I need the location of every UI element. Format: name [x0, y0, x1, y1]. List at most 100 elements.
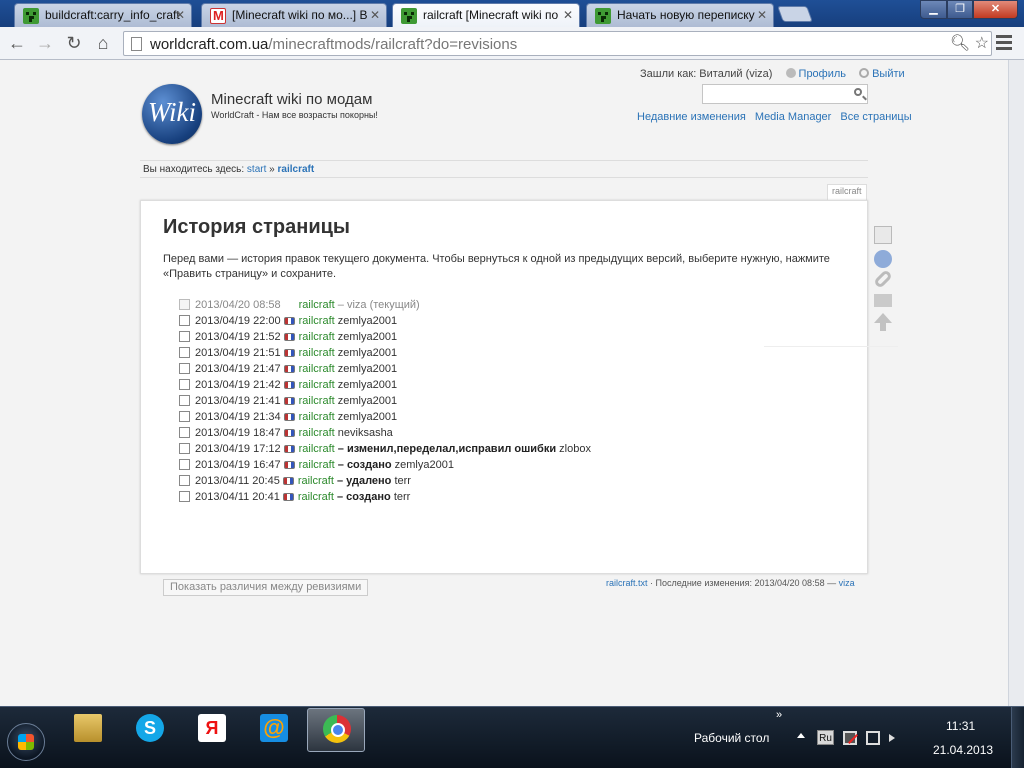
taskbar-explorer[interactable]	[59, 708, 117, 752]
diff-icon[interactable]	[282, 493, 294, 501]
menu-icon[interactable]	[996, 35, 1012, 51]
diff-icon[interactable]	[283, 349, 295, 357]
search-icon[interactable]	[854, 88, 862, 96]
doc-user-link[interactable]: viza	[839, 578, 855, 588]
revision-link[interactable]: railcraft	[299, 299, 335, 311]
maximize-button[interactable]: ❐	[947, 0, 973, 19]
back-to-top-icon[interactable]	[874, 313, 892, 323]
revision-link[interactable]: railcraft	[299, 443, 335, 455]
revision-date: 2013/04/19 17:12	[195, 443, 281, 455]
revision-link[interactable]: railcraft	[299, 363, 335, 375]
diff-icon[interactable]	[283, 461, 295, 469]
url-text[interactable]: worldcraft.com.ua/minecraftmods/railcraf…	[150, 36, 517, 53]
forward-icon[interactable]: →	[34, 32, 56, 54]
revision-checkbox[interactable]	[179, 411, 190, 422]
revision-checkbox[interactable]	[179, 331, 190, 342]
site-title[interactable]: Minecraft wiki по модам	[211, 91, 372, 108]
revision-link[interactable]: railcraft	[299, 395, 335, 407]
close-icon[interactable]: ✕	[175, 8, 185, 22]
revision-link[interactable]: railcraft	[299, 347, 335, 359]
desktop-toolbar-label[interactable]: Рабочий стол	[694, 731, 769, 745]
revision-link[interactable]: railcraft	[298, 475, 334, 487]
new-tab-button[interactable]	[777, 6, 813, 22]
all-pages-link[interactable]: Все страницы	[840, 111, 911, 123]
revision-checkbox[interactable]	[179, 315, 190, 326]
breadcrumb-start[interactable]: start	[247, 164, 266, 175]
action-center-icon[interactable]	[843, 731, 857, 745]
recent-changes-link[interactable]: Недавние изменения	[637, 111, 746, 123]
doc-file-link[interactable]: railcraft.txt	[606, 578, 648, 588]
tab-gmail[interactable]: [Minecraft wiki по мо...] В ✕	[201, 3, 387, 27]
revision-link[interactable]: railcraft	[299, 379, 335, 391]
diff-icon[interactable]	[283, 365, 295, 373]
taskbar-skype[interactable]: S	[121, 708, 179, 752]
revision-checkbox[interactable]	[179, 443, 190, 454]
star-icon[interactable]: ☆	[975, 35, 989, 52]
show-desktop-button[interactable]	[1011, 707, 1024, 768]
scrollbar[interactable]	[1008, 60, 1024, 706]
clock-time[interactable]: 11:31	[946, 719, 975, 733]
breadcrumb-current[interactable]: railcraft	[278, 164, 315, 175]
reload-icon[interactable]: ↻	[63, 32, 85, 54]
home-icon[interactable]: ⌂	[92, 32, 114, 54]
revision-link[interactable]: railcraft	[299, 427, 335, 439]
edit-page-icon[interactable]	[874, 226, 892, 244]
language-indicator[interactable]: Ru	[817, 730, 834, 745]
minimize-button[interactable]: ▁	[920, 0, 947, 19]
revision-link[interactable]: railcraft	[299, 315, 335, 327]
revision-checkbox[interactable]	[179, 491, 190, 502]
diff-icon[interactable]	[282, 477, 294, 485]
show-hidden-icons-icon[interactable]	[797, 733, 805, 738]
diff-icon[interactable]	[283, 413, 295, 421]
revisions-icon[interactable]	[874, 250, 892, 268]
diff-icon[interactable]	[283, 317, 295, 325]
revision-checkbox[interactable]	[179, 347, 190, 358]
clock-date[interactable]: 21.04.2013	[933, 743, 993, 757]
revision-checkbox[interactable]	[179, 395, 190, 406]
revision-row: 2013/04/19 22:00 railcraft zemlya2001	[179, 313, 591, 329]
close-icon[interactable]: ✕	[370, 8, 380, 22]
revision-checkbox[interactable]	[179, 379, 190, 390]
zoom-icon[interactable]: 🔍︎	[950, 35, 970, 52]
revision-link[interactable]: railcraft	[298, 491, 334, 503]
diff-icon[interactable]	[283, 429, 295, 437]
close-icon[interactable]: ✕	[757, 8, 767, 22]
backlinks-icon[interactable]	[873, 269, 893, 289]
revision-checkbox[interactable]	[179, 427, 190, 438]
subscribe-icon[interactable]	[874, 294, 892, 307]
media-manager-link[interactable]: Media Manager	[755, 111, 831, 123]
taskbar-chrome[interactable]	[307, 708, 365, 752]
close-icon[interactable]: ✕	[563, 8, 573, 22]
revision-checkbox[interactable]	[179, 475, 190, 486]
diff-icon[interactable]	[283, 445, 295, 453]
start-button[interactable]	[7, 723, 45, 761]
diff-icon[interactable]	[283, 381, 295, 389]
volume-icon[interactable]	[889, 734, 895, 742]
taskbar-mailru[interactable]: @	[245, 708, 303, 752]
taskbar-yandex[interactable]: Я	[183, 708, 241, 752]
diff-icon[interactable]	[283, 333, 295, 341]
revision-checkbox[interactable]	[179, 459, 190, 470]
wiki-logo[interactable]: Wiki	[142, 84, 202, 144]
revision-checkbox[interactable]	[179, 299, 190, 310]
address-bar[interactable]: worldcraft.com.ua/minecraftmods/railcraf…	[123, 31, 992, 56]
logout-link[interactable]: Выйти	[872, 68, 905, 80]
tab-buildcraft[interactable]: buildcraft:carry_info_craft ✕	[14, 3, 192, 27]
revision-link[interactable]: railcraft	[299, 411, 335, 423]
back-icon[interactable]: ←	[6, 32, 28, 54]
revision-link[interactable]: railcraft	[299, 331, 335, 343]
tab-railcraft[interactable]: railcraft [Minecraft wiki по ✕	[392, 3, 580, 28]
site-tagline: WorldCraft - Нам все возрасты покорны!	[211, 110, 378, 120]
revision-checkbox[interactable]	[179, 363, 190, 374]
page-name-tag: railcraft	[827, 184, 867, 200]
search-input[interactable]	[702, 84, 868, 104]
profile-link[interactable]: Профиль	[799, 68, 847, 80]
tray-more-icon[interactable]: »	[776, 709, 782, 721]
revision-link[interactable]: railcraft	[299, 459, 335, 471]
tab-new-message[interactable]: Начать новую переписку ✕	[586, 3, 774, 27]
show-diff-button[interactable]: Показать различия между ревизиями	[163, 579, 369, 596]
revision-date: 2013/04/19 21:51	[195, 347, 281, 359]
diff-icon[interactable]	[283, 397, 295, 405]
network-icon[interactable]	[866, 731, 880, 745]
close-window-button[interactable]: ✕	[973, 0, 1018, 19]
